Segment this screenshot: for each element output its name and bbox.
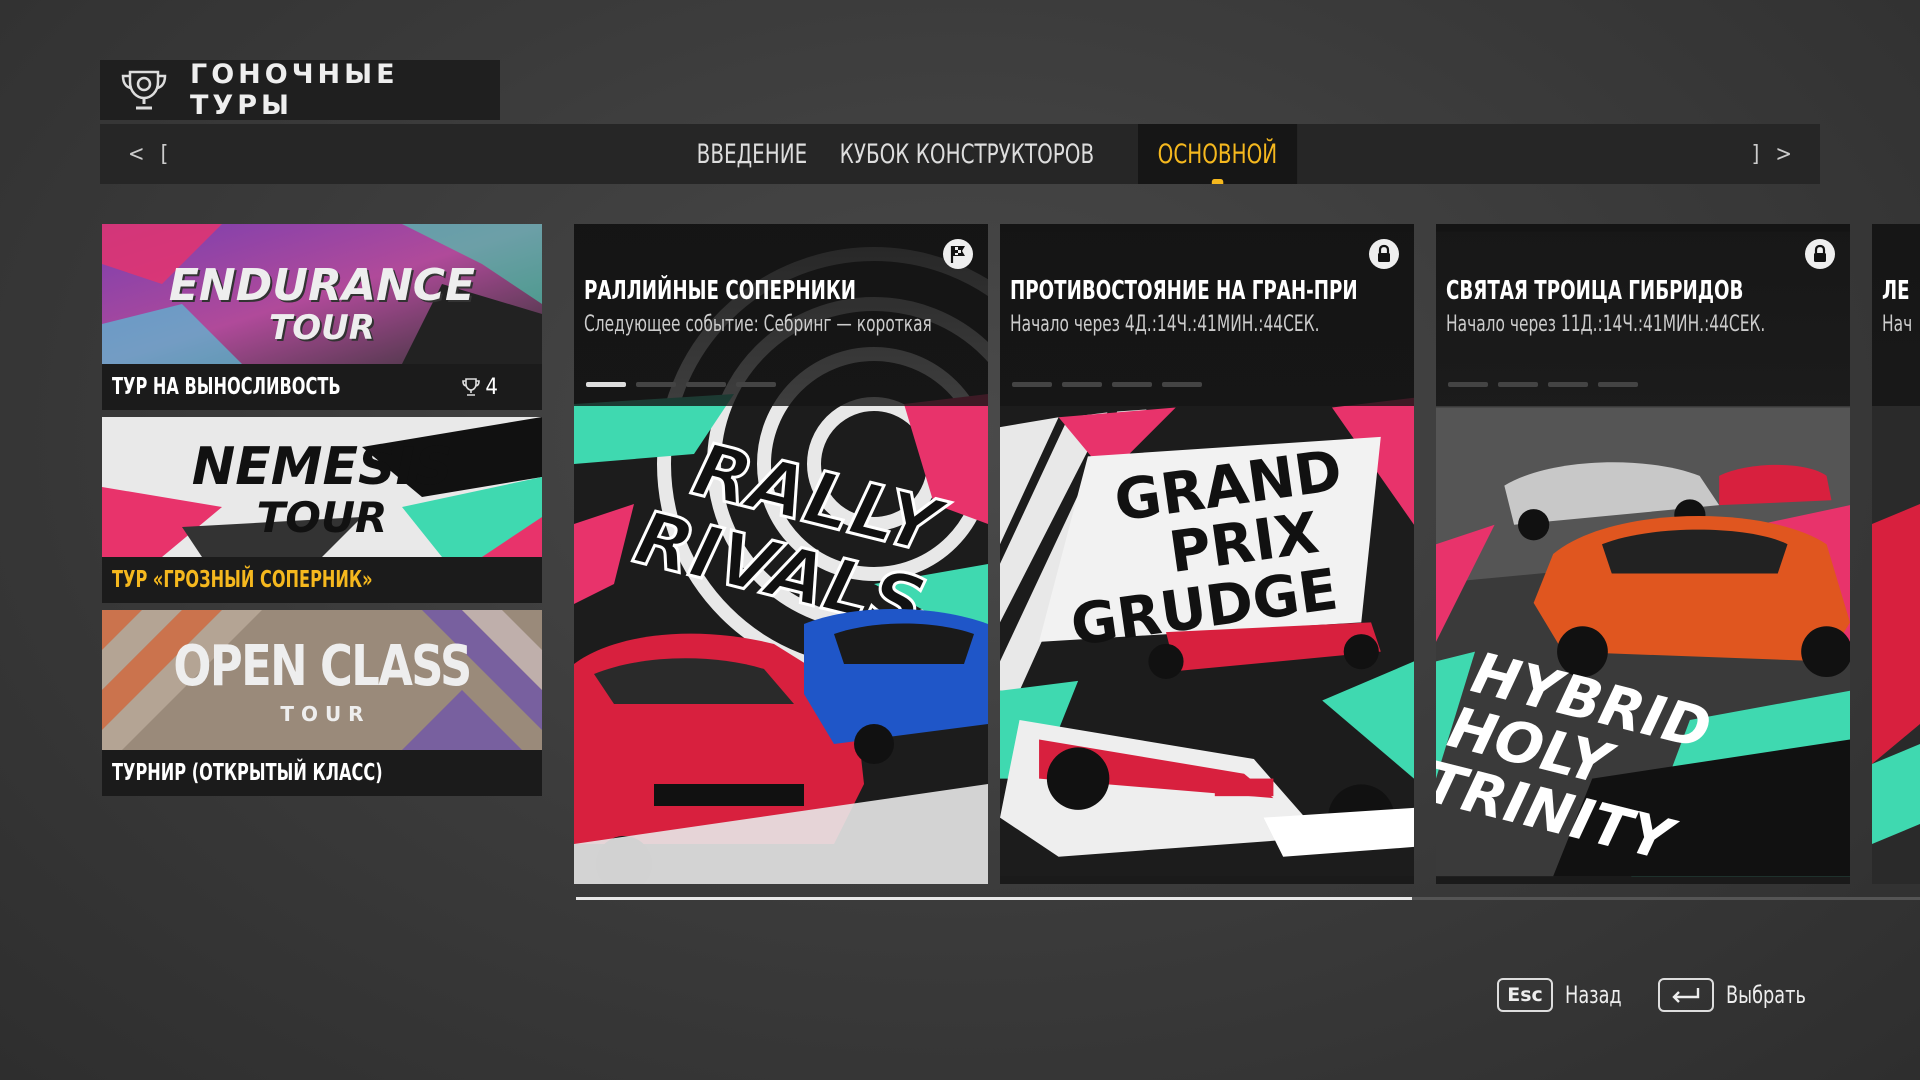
tab-main[interactable]: ОСНОВНОЙ [1138, 124, 1297, 184]
chevron-right-icon[interactable]: > [1775, 142, 1792, 167]
tour-art-nemesis: NEMESIS TOUR [102, 417, 542, 557]
event-title: СВЯТАЯ ТРОИЦА ГИБРИДОВ [1446, 276, 1744, 306]
lock-icon [1804, 238, 1836, 270]
event-scrollbar[interactable] [576, 897, 1920, 900]
tour-art-subtitle: TOUR [256, 493, 388, 542]
event-card-grand-prix-grudge[interactable]: GRAND PRIX GRUDGE ПРОТИВОСТОЯНИЕ НА ГРАН… [1000, 224, 1414, 884]
tour-art-title: ENDURANCE [168, 260, 476, 311]
left-bumper-hint: [ [160, 141, 169, 167]
tour-label: ТУР НА ВЫНОСЛИВОСТЬ [112, 374, 341, 400]
back-label: Назад [1565, 981, 1622, 1009]
event-card-partial[interactable]: ЛЕ Нач [1872, 224, 1920, 884]
tour-item-nemesis[interactable]: NEMESIS TOUR ТУР «ГРОЗНЫЙ СОПЕРНИК» [102, 417, 542, 603]
trophy-count: 4 [461, 375, 498, 400]
tour-item-open-class[interactable]: OPEN CLASS T O U R ТУРНИР (ОТКРЫТЫЙ КЛАС… [102, 610, 542, 796]
event-card-hybrid-holy-trinity[interactable]: HYBRID HOLY TRINITY СВЯТАЯ ТРОИЦА ГИБРИД… [1436, 224, 1850, 884]
tour-art-subtitle: TOUR [269, 308, 375, 348]
tour-art-endurance: ENDURANCE TOUR [102, 224, 542, 364]
page-title-box: ГОНОЧНЫЕ ТУРЫ [100, 59, 500, 121]
tour-label: ТУРНИР (ОТКРЫТЫЙ КЛАСС) [112, 760, 383, 786]
select-hint[interactable]: Выбрать [1658, 977, 1823, 1013]
tour-art-title: OPEN CLASS [173, 634, 472, 699]
event-subtitle: Нач [1882, 312, 1913, 337]
event-title: ЛЕ [1882, 276, 1910, 306]
tour-item-endurance[interactable]: ENDURANCE TOUR ТУР НА ВЫНОСЛИВОСТЬ 4 [102, 224, 542, 410]
lock-icon [1368, 238, 1400, 270]
event-scrollbar-thumb[interactable] [576, 897, 1412, 900]
tour-art-title: NEMESIS [191, 437, 453, 497]
tab-intro[interactable]: ВВЕДЕНИЕ [677, 124, 827, 184]
chevron-left-icon[interactable]: < [128, 142, 145, 167]
event-subtitle: Начало через 11Д.:14Ч.:41МИН.:44СЕК. [1446, 312, 1766, 337]
flag-icon [942, 238, 974, 270]
event-title: ПРОТИВОСТОЯНИЕ НА ГРАН-ПРИ [1010, 276, 1358, 306]
page-title: ГОНОЧНЫЕ ТУРЫ [190, 59, 399, 121]
back-hint[interactable]: Esc Назад [1497, 977, 1634, 1013]
esc-key-icon: Esc [1497, 978, 1553, 1012]
tab-constructors-cup[interactable]: КУБОК КОНСТРУКТОРОВ [820, 124, 1114, 184]
event-title: РАЛЛИЙНЫЕ СОПЕРНИКИ [584, 276, 857, 306]
event-card-rally-rivals[interactable]: RALLY RIVALS РАЛЛИЙНЫЕ СОПЕРНИКИ Следующ… [574, 224, 988, 884]
trophy-count-value: 4 [485, 374, 498, 400]
tour-label: ТУР «ГРОЗНЫЙ СОПЕРНИК» [112, 567, 373, 593]
event-subtitle: Следующее событие: Себринг — короткая [584, 312, 932, 337]
trophy-small-icon [462, 378, 481, 396]
tour-art-open-class: OPEN CLASS T O U R [102, 610, 542, 750]
event-pager [586, 382, 776, 387]
event-pager [1448, 382, 1638, 387]
tab-bar: < [ ВВЕДЕНИЕ КУБОК КОНСТРУКТОРОВ ОСНОВНО… [100, 124, 1820, 184]
enter-key-icon [1658, 978, 1714, 1012]
select-label: Выбрать [1726, 981, 1806, 1009]
event-subtitle: Начало через 4Д.:14Ч.:41МИН.:44СЕК. [1010, 312, 1320, 337]
trophy-icon [120, 68, 168, 112]
event-pager [1012, 382, 1202, 387]
right-bumper-hint: ] [1751, 141, 1760, 167]
tour-art-subtitle: T O U R [280, 702, 364, 726]
